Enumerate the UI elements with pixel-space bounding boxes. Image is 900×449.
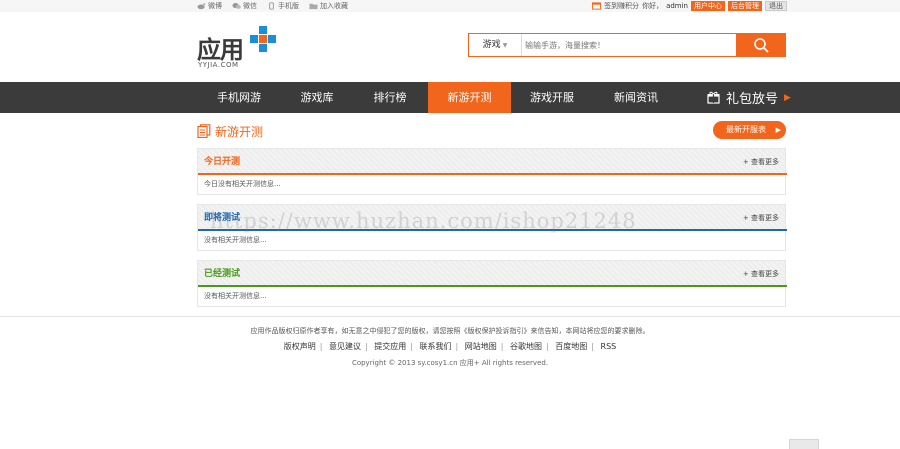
panel-empty-text: 没有相关开测信息... (204, 236, 267, 244)
mobile-label: 手机版 (278, 2, 299, 10)
view-more-link[interactable]: + 查看更多 (743, 149, 779, 175)
calendar-icon (592, 2, 602, 10)
search-icon (754, 38, 769, 53)
view-more-link[interactable]: + 查看更多 (743, 205, 779, 231)
panel-title: 已经测试 (204, 269, 241, 279)
gift-code-link[interactable]: 礼包放号 ▶ (707, 82, 791, 113)
footer-separator: | (319, 342, 323, 351)
wechat-icon (232, 3, 241, 9)
nav-item-ranking[interactable]: 排行榜 (356, 82, 424, 113)
mobile-icon (269, 2, 274, 10)
mobile-link[interactable]: 手机版 (267, 1, 299, 11)
main-nav: 手机网游 游戏库 排行榜 新游开测 游戏开服 新闻资讯 礼包放号 ▶ (0, 82, 900, 113)
footer-notice: 应用作品版权归原作者享有，如无意之中侵犯了您的版权，请您按照《版权保护投诉指引》… (250, 327, 650, 335)
wechat-link[interactable]: 微信 (232, 1, 257, 11)
logo-text: 应用 (197, 36, 244, 64)
footer-separator: | (546, 342, 549, 351)
back-to-top-button[interactable] (789, 439, 819, 449)
footer-divider (0, 316, 900, 317)
panel-empty-text: 今日没有相关开测信息... (204, 180, 281, 188)
gift-icon (707, 91, 720, 104)
admin-panel-button[interactable]: 后台管理 (728, 1, 762, 11)
search-button[interactable] (736, 33, 786, 57)
username[interactable]: admin (666, 2, 688, 10)
weibo-label: 微博 (208, 2, 222, 10)
arrow-right-icon: ▶ (784, 92, 791, 103)
site-logo[interactable]: 应用 YYJIA.COM (197, 26, 279, 70)
footer-link-rss[interactable]: RSS (601, 342, 617, 351)
top-bar: 微博 微信 手机版 加入收藏 签到赚积分 你好， admin 用户中心 后台管理… (0, 0, 900, 12)
footer-link-feedback[interactable]: 意见建议 (329, 342, 361, 351)
search-box: 游戏 ▼ (468, 33, 786, 57)
gift-label: 礼包放号 (726, 92, 779, 107)
footer-copyright: Copyright © 2013 sy.cosy1.cn 应用+ All rig… (351, 359, 549, 367)
nav-item-news[interactable]: 新闻资讯 (602, 82, 670, 113)
section-title-text: 新游开测 (215, 124, 264, 139)
panel-divider (198, 285, 787, 287)
footer-separator: | (410, 342, 413, 351)
panel-past-tests: 已经测试 + 查看更多 没有相关开测信息... (197, 260, 787, 307)
footer-link-baidu-map[interactable]: 百度地图 (555, 342, 587, 351)
top-links: 微博 微信 手机版 加入收藏 (197, 0, 348, 12)
arrow-right-icon: ▶ (775, 126, 781, 134)
plus-logo-icon (250, 26, 276, 52)
footer-link-sitemap[interactable]: 网站地图 (465, 342, 497, 351)
chevron-down-icon: ▼ (502, 42, 508, 49)
favorite-label: 加入收藏 (320, 2, 348, 10)
footer-link-copyright[interactable]: 版权声明 (284, 342, 316, 351)
footer-link-google-map[interactable]: 谷歌地图 (510, 342, 542, 351)
nav-item-server-openings[interactable]: 游戏开服 (518, 82, 586, 113)
panel-today-tests: 今日开测 + 查看更多 今日没有相关开测信息... (197, 148, 787, 195)
logo-subtitle: YYJIA.COM (198, 61, 239, 69)
panel-empty-text: 没有相关开测信息... (204, 292, 267, 300)
user-center-button[interactable]: 用户中心 (691, 1, 725, 11)
panel-divider (198, 173, 787, 175)
nav-item-mobile-games[interactable]: 手机网游 (205, 82, 273, 113)
latest-server-list-button[interactable]: 最新开服表 ▶ (713, 121, 786, 139)
favorite-link[interactable]: 加入收藏 (309, 1, 348, 11)
panel-header: 今日开测 + 查看更多 (198, 149, 787, 175)
nav-item-game-library[interactable]: 游戏库 (283, 82, 351, 113)
watermark-text: https://www.huzhan.com/ishop21248 (210, 209, 637, 233)
search-category-label: 游戏 (482, 40, 501, 50)
footer-separator: | (365, 342, 368, 351)
footer-links: 版权声明 | 意见建议 | 提交应用 | 联系我们 | 网站地图 | 谷歌地图 | 百度地图… (0, 341, 900, 352)
search-input[interactable] (525, 36, 725, 54)
wechat-label: 微信 (243, 2, 257, 10)
logout-button[interactable]: 退出 (765, 1, 787, 11)
weibo-link[interactable]: 微博 (197, 1, 222, 11)
sign-link[interactable]: 签到赚积分 (604, 1, 639, 11)
section-title: 新游开测 (197, 123, 263, 139)
latest-server-list-label: 最新开服表 (726, 125, 766, 134)
search-category-select[interactable]: 游戏 ▼ (469, 34, 522, 56)
user-area: 签到赚积分 你好， admin 用户中心 后台管理 退出 (592, 0, 787, 12)
view-more-link[interactable]: + 查看更多 (743, 261, 779, 287)
greeting-text: 你好， (642, 2, 664, 10)
nav-item-new-game-tests[interactable]: 新游开测 (428, 82, 511, 113)
panel-header: 已经测试 + 查看更多 (198, 261, 787, 287)
panel-title: 今日开测 (204, 157, 241, 167)
footer-link-submit-app[interactable]: 提交应用 (374, 342, 406, 351)
footer-separator: | (591, 342, 594, 351)
document-icon (197, 124, 211, 138)
folder-icon (309, 3, 318, 10)
weibo-icon (197, 3, 206, 10)
footer-separator: | (455, 342, 459, 351)
footer-link-contact[interactable]: 联系我们 (420, 342, 452, 351)
footer-separator: | (500, 342, 504, 351)
